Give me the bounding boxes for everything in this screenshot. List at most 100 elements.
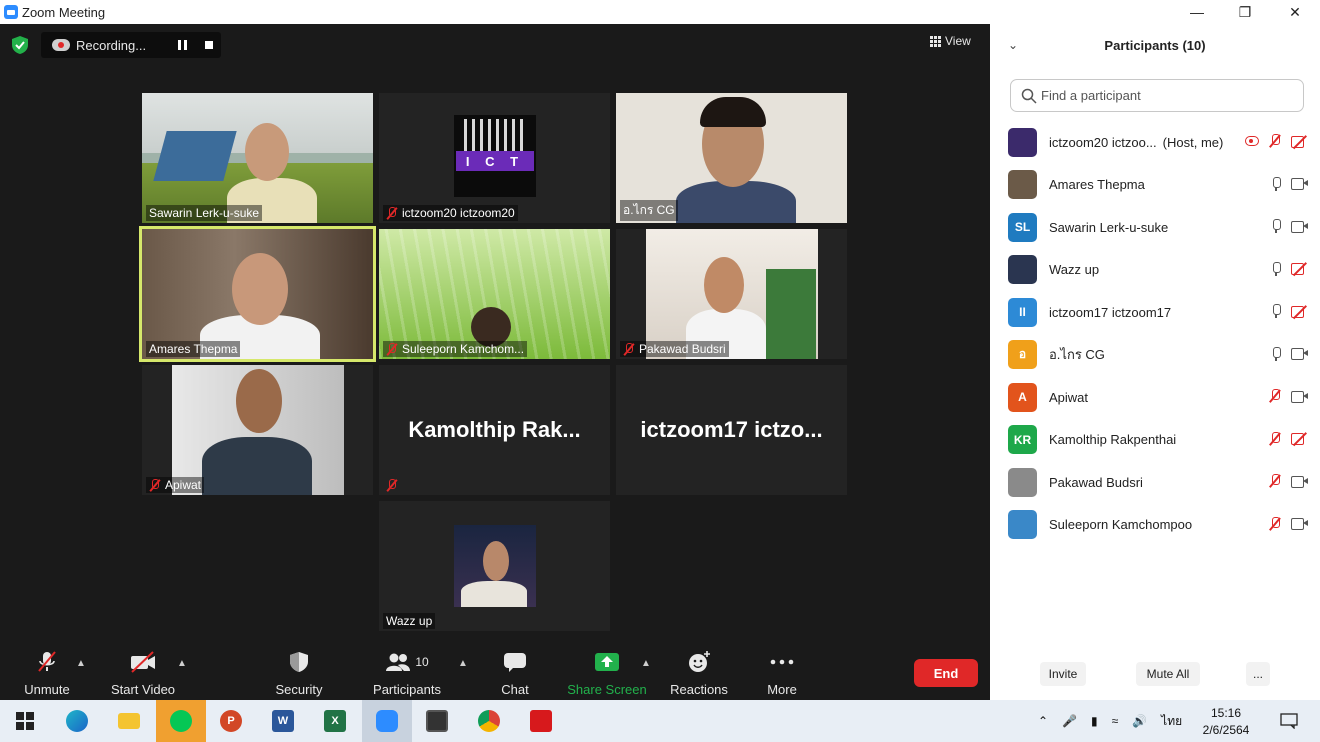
zoom-taskbar-icon[interactable] [362, 700, 412, 742]
chrome-icon[interactable] [466, 700, 512, 742]
participant-row[interactable]: II ictzoom17 ictzoom17 [1008, 294, 1308, 330]
video-camera-icon[interactable] [1291, 390, 1308, 403]
microphone-icon[interactable] [1271, 176, 1281, 191]
panel-more-button[interactable]: ... [1246, 662, 1270, 686]
excel-icon[interactable]: X [312, 700, 358, 742]
participant-row[interactable]: A Apiwat [1008, 379, 1308, 415]
powerpoint-icon[interactable]: P [208, 700, 254, 742]
microphone-tray-icon[interactable]: 🎤 [1062, 714, 1077, 728]
video-tile[interactable]: Pakawad Budsri [616, 229, 847, 359]
encryption-shield-icon[interactable] [12, 36, 28, 54]
video-tile[interactable]: อ.ไกร CG [616, 93, 847, 223]
participant-row[interactable]: ictzoom20 ictzoo... (Host, me) [1008, 124, 1308, 160]
participants-options-caret[interactable]: ▲ [458, 658, 468, 669]
view-button[interactable]: View [930, 34, 971, 48]
share-screen-button[interactable]: Share Screen [567, 648, 647, 700]
video-options-caret[interactable]: ▲ [177, 658, 187, 669]
video-tile[interactable]: ictzoom17 ictzo... [616, 365, 847, 495]
video-camera-icon[interactable] [1291, 475, 1308, 488]
video-off-icon[interactable] [1291, 305, 1308, 318]
ict-logo: I C T [454, 115, 536, 197]
muted-microphone-icon[interactable] [1269, 474, 1281, 488]
participants-button[interactable]: 10 Participants [372, 648, 442, 700]
search-input[interactable] [1041, 88, 1291, 103]
microphone-icon[interactable] [1271, 346, 1281, 361]
invite-button[interactable]: Invite [1040, 662, 1086, 686]
share-options-caret[interactable]: ▲ [641, 658, 651, 669]
video-off-icon[interactable] [1291, 432, 1308, 445]
microphone-icon[interactable] [1271, 261, 1281, 276]
stop-recording-button[interactable] [205, 41, 213, 49]
notifications-icon[interactable] [1266, 700, 1312, 742]
video-tile-active-speaker[interactable]: Amares Thepma [139, 226, 376, 362]
photos-icon[interactable] [414, 700, 460, 742]
unmute-button[interactable]: Unmute [18, 648, 76, 700]
tile-name-label: Pakawad Budsri [620, 341, 729, 357]
battery-icon[interactable]: ▮ [1091, 714, 1098, 728]
video-camera-icon[interactable] [1291, 178, 1308, 190]
participant-row[interactable]: Wazz up [1008, 252, 1308, 288]
file-explorer-icon[interactable] [106, 700, 152, 742]
video-tile[interactable]: Suleeporn Kamchom... [379, 229, 610, 359]
audio-options-caret[interactable]: ▲ [76, 658, 86, 669]
wifi-icon[interactable]: ≈ [1112, 714, 1119, 728]
muted-mic-icon [149, 478, 161, 492]
show-hidden-icons-caret[interactable]: ⌃ [1038, 714, 1048, 728]
video-off-icon[interactable] [1291, 262, 1308, 275]
muted-microphone-icon[interactable] [1269, 431, 1281, 446]
recording-label: Recording... [76, 37, 147, 53]
line-app-icon[interactable] [156, 700, 206, 742]
acrobat-icon[interactable] [518, 700, 564, 742]
video-tile[interactable]: Kamolthip Rak... [379, 365, 610, 495]
participant-row[interactable]: SL Sawarin Lerk-u-suke [1008, 209, 1308, 245]
volume-icon[interactable]: 🔊 [1132, 714, 1147, 728]
muted-microphone-icon[interactable] [1269, 134, 1281, 148]
participant-status-icons [1271, 176, 1308, 191]
tile-name-label: Suleeporn Kamchom... [383, 341, 528, 357]
muted-mic-icon [386, 479, 398, 492]
start-video-button[interactable]: Start Video [106, 648, 180, 700]
video-tile[interactable]: Apiwat [142, 365, 373, 495]
participant-row[interactable]: KR Kamolthip Rakpenthai [1008, 422, 1308, 458]
participant-avatar: A [1008, 382, 1037, 412]
end-meeting-button[interactable]: End [914, 659, 978, 687]
video-camera-icon[interactable] [1291, 518, 1308, 530]
windows-start-icon[interactable] [2, 700, 48, 742]
muted-microphone-icon[interactable] [1269, 389, 1281, 403]
chat-button[interactable]: Chat [490, 648, 540, 700]
close-button[interactable]: ✕ [1272, 0, 1318, 24]
restore-button[interactable]: ❐ [1222, 0, 1268, 24]
participant-avatar: KR [1008, 425, 1037, 454]
reactions-button[interactable]: Reactions [668, 648, 730, 700]
mute-all-button[interactable]: Mute All [1136, 662, 1200, 686]
minimize-button[interactable]: — [1174, 0, 1220, 24]
participant-status-icons [1271, 219, 1308, 233]
language-indicator[interactable]: ไทย [1161, 712, 1182, 731]
muted-microphone-icon[interactable] [1269, 516, 1281, 531]
participant-row[interactable]: อ อ.ไกร CG [1008, 337, 1308, 373]
microphone-icon[interactable] [1271, 219, 1281, 233]
participant-search-box[interactable] [1010, 79, 1304, 112]
edge-browser-icon[interactable] [54, 700, 100, 742]
security-button[interactable]: Security [270, 648, 328, 700]
word-icon[interactable]: W [260, 700, 306, 742]
participant-row[interactable]: Amares Thepma [1008, 167, 1308, 203]
video-tile[interactable]: Sawarin Lerk-u-suke [142, 93, 373, 223]
taskbar-clock[interactable]: 15:16 2/6/2564 [1196, 705, 1256, 739]
tile-name-label: Apiwat [146, 477, 205, 493]
pause-recording-button[interactable] [178, 40, 187, 50]
video-off-icon[interactable] [1291, 135, 1308, 148]
video-camera-icon[interactable] [1291, 220, 1308, 233]
participant-row[interactable]: Suleeporn Kamchompoo [1008, 507, 1308, 543]
video-camera-icon[interactable] [1291, 348, 1308, 360]
video-tile[interactable]: I C T ictzoom20 ictzoom20 [379, 93, 610, 223]
meeting-toolbar: Unmute ▲ Start Video ▲ Security 10 Parti… [0, 648, 990, 700]
microphone-icon[interactable] [1271, 304, 1281, 318]
clock-time: 15:16 [1210, 706, 1242, 720]
more-button[interactable]: More [758, 648, 806, 700]
video-off-icon [131, 651, 155, 673]
participant-row[interactable]: Pakawad Budsri [1008, 464, 1308, 500]
participant-name: Apiwat [1049, 389, 1089, 405]
participants-panel: ⌄ Participants (10) ictzoom20 ictzoo...(… [990, 24, 1320, 700]
video-tile[interactable]: Wazz up [379, 501, 610, 631]
